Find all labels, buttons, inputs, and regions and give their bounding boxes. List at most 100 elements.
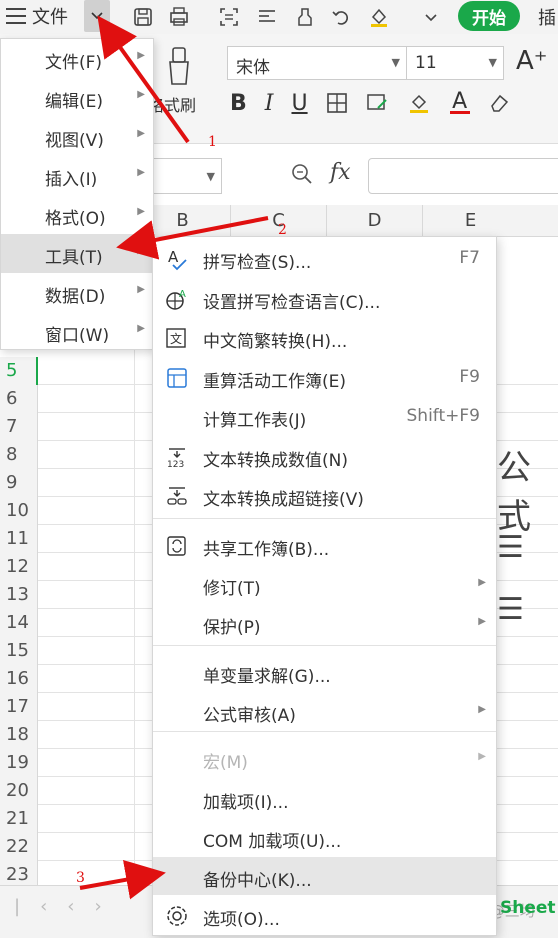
submenu-item[interactable]: 公式审核(A) ▶ bbox=[153, 692, 496, 730]
tools-submenu: A 拼写检查(S)... F7 A 设置拼写检查语言(C)... 文 中文简繁转换(H)..… bbox=[152, 236, 497, 936]
menu-item[interactable]: 编辑(E) ▶ bbox=[1, 78, 153, 117]
submenu-item[interactable]: 重算活动工作簿(E) F9 bbox=[153, 358, 496, 396]
row-number[interactable]: 21 bbox=[0, 805, 38, 833]
format-painter-label[interactable]: 格式刷 bbox=[148, 92, 196, 116]
font-name-select[interactable]: 宋体 ▼ bbox=[227, 46, 407, 80]
svg-text:A: A bbox=[168, 248, 179, 266]
name-box[interactable]: ▼ bbox=[150, 158, 222, 194]
row-number[interactable]: 13 bbox=[0, 581, 38, 609]
hamburger-icon bbox=[6, 8, 26, 24]
menu-item-label: 编辑(E) bbox=[45, 92, 104, 112]
submenu-item[interactable]: A 拼写检查(S)... F7 bbox=[153, 239, 496, 277]
menu-item-label: 插入(I) bbox=[45, 170, 98, 190]
grow-font-icon[interactable]: A⁺ bbox=[516, 46, 548, 76]
submenu-item[interactable]: 单变量求解(G)... bbox=[153, 653, 496, 691]
print-icon[interactable] bbox=[166, 4, 192, 30]
chinese-convert-icon: 文 bbox=[165, 326, 189, 350]
border-icon[interactable] bbox=[326, 92, 348, 114]
menu-item[interactable]: 工具(T) ▶ bbox=[1, 234, 153, 273]
chevron-right-icon: ▶ bbox=[137, 206, 145, 217]
submenu-item-label: 单变量求解(G)... bbox=[203, 667, 331, 687]
file-menu-button[interactable]: 文件 bbox=[6, 2, 68, 30]
row-number[interactable]: 15 bbox=[0, 637, 38, 665]
undo-icon[interactable] bbox=[328, 4, 354, 30]
chevron-down-icon: ▼ bbox=[488, 56, 497, 69]
column-e[interactable]: E bbox=[422, 205, 518, 237]
chevron-right-icon: ▶ bbox=[478, 704, 486, 715]
cell-style-icon[interactable] bbox=[366, 92, 390, 114]
menu-item[interactable]: 文件(F) ▶ bbox=[1, 39, 153, 78]
row-number[interactable]: 12 bbox=[0, 553, 38, 581]
menu-item[interactable]: 格式(O) ▶ bbox=[1, 195, 153, 234]
formula-input[interactable] bbox=[368, 158, 558, 194]
menu-item[interactable]: 视图(V) ▶ bbox=[1, 117, 153, 156]
sheet-nav-arrows-icon[interactable]: |‹‹› bbox=[14, 896, 122, 917]
sheet-tab[interactable]: Sheet bbox=[500, 898, 556, 918]
submenu-item-label: 保护(P) bbox=[203, 618, 261, 638]
font-size-select[interactable]: 11 ▼ bbox=[406, 46, 504, 80]
submenu-item[interactable]: 计算工作表(J) Shift+F9 bbox=[153, 397, 496, 435]
submenu-item[interactable]: 文本转换成超链接(V) bbox=[153, 476, 496, 514]
row-number[interactable]: 20 bbox=[0, 777, 38, 805]
submenu-item[interactable]: 备份中心(K)... bbox=[153, 857, 496, 895]
chevron-right-icon: ▶ bbox=[478, 577, 486, 588]
menu-item-label: 格式(O) bbox=[45, 209, 106, 229]
submenu-item[interactable]: 123 文本转换成数值(N) bbox=[153, 437, 496, 475]
more-icon[interactable] bbox=[418, 4, 444, 30]
bold-button[interactable]: B bbox=[230, 91, 247, 116]
fill-color-icon[interactable] bbox=[408, 92, 432, 114]
eraser-icon[interactable] bbox=[488, 92, 510, 114]
scan-icon[interactable] bbox=[216, 4, 242, 30]
submenu-item-label: 选项(O)... bbox=[203, 910, 280, 930]
svg-text:123: 123 bbox=[167, 460, 184, 469]
formula-tab-text: 公式 bbox=[497, 448, 531, 537]
submenu-item[interactable]: 选项(O)... bbox=[153, 896, 496, 934]
row-number[interactable]: 19 bbox=[0, 749, 38, 777]
submenu-item[interactable]: COM 加载项(U)... bbox=[153, 818, 496, 856]
menu-dropdown-toggle[interactable] bbox=[84, 0, 110, 32]
row-number[interactable]: 6 bbox=[0, 385, 38, 413]
settings-icon bbox=[165, 904, 189, 928]
underline-button[interactable]: U bbox=[291, 91, 307, 116]
submenu-item-label: 文本转换成数值(N) bbox=[203, 451, 348, 471]
column-d[interactable]: D bbox=[326, 205, 422, 237]
row-number[interactable]: 18 bbox=[0, 721, 38, 749]
tab-start[interactable]: 开始 bbox=[458, 1, 520, 31]
submenu-item-label: 文本转换成超链接(V) bbox=[203, 490, 364, 510]
submenu-item[interactable]: 保护(P) ▶ bbox=[153, 604, 496, 642]
tab-insert[interactable]: 插 bbox=[538, 4, 556, 30]
row-number[interactable]: 7 bbox=[0, 413, 38, 441]
submenu-item[interactable]: A 设置拼写检查语言(C)... bbox=[153, 279, 496, 317]
row-number[interactable]: 5 bbox=[0, 357, 38, 385]
shortcut-label: F7 bbox=[459, 248, 480, 268]
insert-function-button[interactable]: fx bbox=[330, 160, 351, 185]
font-color-icon[interactable]: A bbox=[449, 88, 470, 114]
font-color-label: A bbox=[452, 88, 468, 114]
align-icon[interactable] bbox=[254, 4, 280, 30]
row-number[interactable]: 8 bbox=[0, 441, 38, 469]
fill-icon[interactable] bbox=[366, 4, 392, 30]
text-to-number-icon: 123 bbox=[165, 445, 189, 470]
row-number[interactable]: 16 bbox=[0, 665, 38, 693]
font-name-value: 宋体 bbox=[236, 58, 270, 78]
row-number[interactable]: 14 bbox=[0, 609, 38, 637]
submenu-item-label: 拼写检查(S)... bbox=[203, 253, 312, 273]
submenu-item[interactable]: 共享工作簿(B)... bbox=[153, 526, 496, 564]
row-number[interactable]: 22 bbox=[0, 833, 38, 861]
italic-button[interactable]: I bbox=[265, 91, 274, 116]
save-icon[interactable] bbox=[130, 4, 156, 30]
menu-item[interactable]: 数据(D) ▶ bbox=[1, 273, 153, 312]
menu-item[interactable]: 插入(I) ▶ bbox=[1, 156, 153, 195]
row-number[interactable]: 11 bbox=[0, 525, 38, 553]
file-menu-label: 文件 bbox=[32, 7, 68, 28]
highlight-icon[interactable] bbox=[292, 4, 318, 30]
zoom-search-icon[interactable] bbox=[290, 162, 314, 191]
row-number[interactable]: 9 bbox=[0, 469, 38, 497]
submenu-item[interactable]: 文 中文简繁转换(H)... bbox=[153, 318, 496, 356]
submenu-item[interactable]: 修订(T) ▶ bbox=[153, 565, 496, 603]
submenu-item[interactable]: 加载项(I)... bbox=[153, 779, 496, 817]
row-number[interactable]: 10 bbox=[0, 497, 38, 525]
menu-item[interactable]: 窗口(W) ▶ bbox=[1, 312, 153, 351]
format-painter-icon[interactable] bbox=[164, 46, 194, 86]
row-number[interactable]: 17 bbox=[0, 693, 38, 721]
